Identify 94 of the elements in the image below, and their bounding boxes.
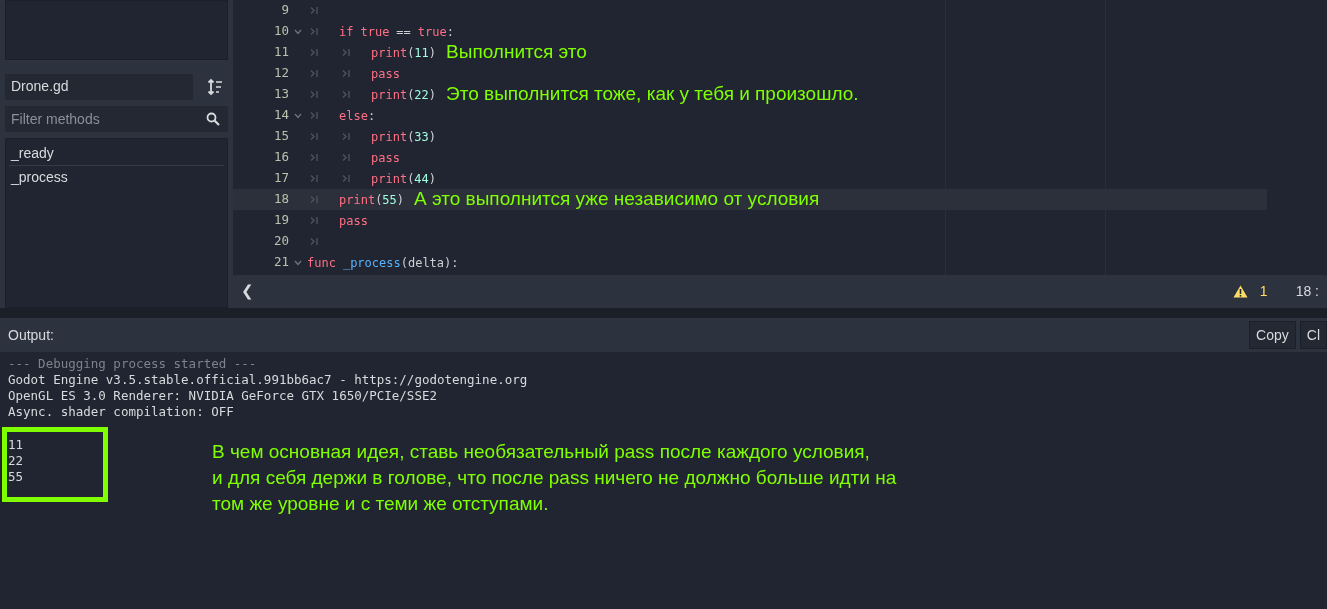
tab-marker-icon [342, 90, 351, 99]
method-item[interactable]: _ready [9, 141, 224, 166]
tab-marker-icon [310, 195, 319, 204]
code-keyword: print [371, 86, 408, 104]
code-keyword: func [307, 254, 336, 272]
code-text: : [367, 107, 376, 125]
annotation-text: В чем основная идея, ставь необязательный pass после каждого условия, [212, 440, 871, 464]
code-keyword: pass [371, 149, 400, 167]
code-text: ) [428, 44, 437, 62]
output-line: 55 [8, 469, 25, 485]
tab-marker-icon [310, 132, 319, 141]
output-line: 22 [8, 453, 25, 469]
code-text: ( [407, 86, 415, 104]
line-number: 19 [272, 211, 289, 230]
warning-count[interactable]: 1 [1259, 281, 1268, 302]
code-text: ( [407, 170, 415, 188]
fold-chevron-icon[interactable] [294, 112, 302, 119]
output-title: Output: [8, 325, 55, 345]
code-number: 11 [414, 44, 429, 62]
code-text: ( [407, 44, 415, 62]
filter-field[interactable]: Filter methods [5, 105, 228, 132]
annotation-text: том же уровне и с теми же отступами. [212, 492, 550, 516]
method-item[interactable]: _process [9, 165, 224, 190]
output-line: 11 [8, 437, 25, 453]
fold-chevron-icon[interactable] [294, 28, 302, 35]
code-text: ( [407, 128, 415, 146]
tab-marker-icon [342, 153, 351, 162]
tab-marker-icon [310, 48, 319, 57]
code-number: 33 [414, 128, 429, 146]
warning-icon[interactable] [1232, 285, 1248, 298]
line-number: 10 [272, 22, 289, 41]
tab-marker-icon [310, 6, 319, 15]
tab-marker-icon [310, 237, 319, 246]
code-function: _process [342, 254, 401, 272]
tab-marker-icon [310, 153, 319, 162]
code-number: 22 [414, 86, 429, 104]
tab-marker-icon [310, 90, 319, 99]
line-number: 17 [272, 169, 289, 188]
sort-icon[interactable] [207, 77, 223, 96]
code-keyword: pass [339, 212, 368, 230]
line-number: 15 [272, 127, 289, 146]
tab-marker-icon [310, 69, 319, 78]
annotation-text: А это выполнится уже независимо от условия [414, 187, 820, 212]
code-text: ) [428, 128, 437, 146]
tab-marker-icon [342, 69, 351, 78]
code-keyword: print [371, 128, 408, 146]
line-number: 16 [272, 148, 289, 167]
output-line: Godot Engine v3.5.stable.official.991bb6ac7 - https://godotengine.org [8, 372, 529, 388]
output-button[interactable]: Cl [1299, 321, 1327, 349]
code-keyword: pass [371, 65, 400, 83]
code-text: == [396, 23, 411, 41]
code-keyword: print [371, 44, 408, 62]
tab-marker-icon [310, 27, 319, 36]
tab-marker-icon [342, 132, 351, 141]
code-keyword: true [360, 23, 390, 41]
line-number: 18 [272, 190, 289, 209]
tab-marker-icon [342, 48, 351, 57]
tab-marker-icon [342, 174, 351, 183]
annotation-text: Выполнится это [446, 40, 587, 65]
code-keyword: print [371, 170, 408, 188]
fold-chevron-icon[interactable] [294, 259, 302, 266]
output-button[interactable]: Copy [1249, 321, 1296, 349]
annotation-text: и для себя держи в голове, что после pass ничего не должно больше идти на [212, 466, 897, 490]
script-name-field[interactable]: Drone.gd [5, 73, 193, 100]
annotation-text: Это выполнится тоже, как у тебя и произошло. [446, 82, 859, 107]
output-line: Async. shader compilation: OFF [8, 404, 235, 420]
tab-marker-icon [310, 216, 319, 225]
code-keyword: else [339, 107, 368, 125]
search-icon [206, 111, 220, 126]
tab-marker-icon [310, 111, 319, 120]
code-text: ) [428, 86, 437, 104]
code-text: ) [428, 170, 437, 188]
cursor-position: 18 : [1295, 282, 1319, 301]
code-keyword: true [417, 23, 447, 41]
code-number: 44 [414, 170, 429, 188]
code-editor[interactable] [233, 0, 1327, 275]
code-keyword: print [339, 191, 376, 209]
code-text: ) [396, 191, 405, 209]
output-line: --- Debugging process started --- [8, 356, 258, 372]
line-number: 21 [272, 253, 289, 272]
line-number: 20 [272, 232, 289, 251]
code-number: 55 [382, 191, 397, 209]
scroll-left-button[interactable]: ❮ [241, 280, 254, 303]
code-text: (delta): [400, 254, 459, 272]
line-number: 12 [272, 64, 289, 83]
line-number: 9 [280, 1, 289, 20]
code-text: : [446, 23, 454, 41]
code-text: ( [375, 191, 383, 209]
code-keyword: if [339, 23, 354, 41]
line-number: 11 [272, 43, 289, 62]
line-number: 13 [272, 85, 289, 104]
output-line: OpenGL ES 3.0 Renderer: NVIDIA GeForce GTX 1650/PCIe/SSE2 [8, 388, 438, 404]
tab-marker-icon [310, 174, 319, 183]
line-number: 14 [272, 106, 289, 125]
